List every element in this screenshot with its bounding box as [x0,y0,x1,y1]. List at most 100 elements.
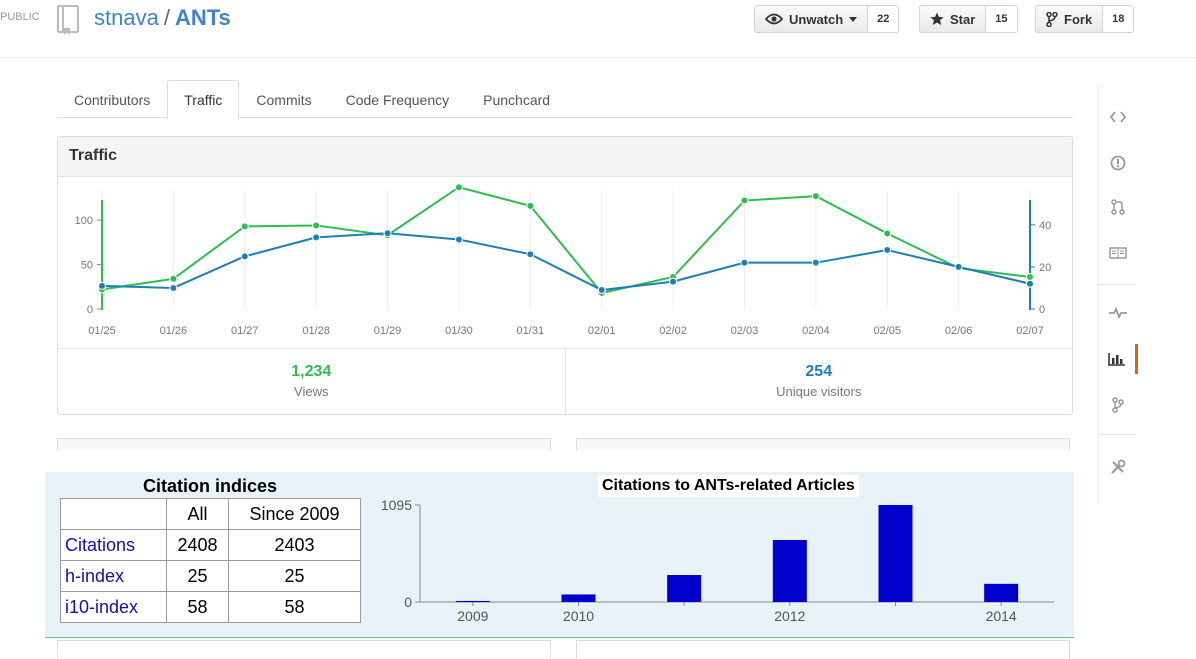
uniques-stat: 254 Unique visitors [564,349,1073,414]
repo-name-link[interactable]: ANTs [175,5,231,30]
left-tick-label: 0 [87,304,93,316]
bar-2012 [772,539,807,602]
uniques-label: Unique visitors [776,384,862,399]
views-series-line [101,186,1031,295]
views-total: 1,234 [291,363,332,380]
code-icon[interactable] [1098,102,1138,132]
uniques-data-point [811,258,820,267]
star-label: Star [950,11,976,27]
views-data-point [526,201,535,210]
bar-2011 [667,574,702,602]
x-tick-label: 02/04 [802,325,830,337]
x-tick-label: 2009 [457,608,488,624]
tab-code-frequency[interactable]: Code Frequency [329,80,467,118]
unwatch-label: Unwatch [789,11,844,27]
i10-index-link[interactable]: i10-index [60,591,167,623]
uniques-data-point [740,258,749,267]
star-button[interactable]: Star [920,6,987,32]
owner-link[interactable]: stnava [94,5,159,30]
views-data-point [1026,273,1034,281]
x-tick-label: 02/02 [659,325,687,337]
citation-indices-title: Citation indices [142,476,277,496]
table-cell: 58 [166,591,229,623]
views-data-point [740,196,749,205]
lower-panel-right [576,640,1070,659]
views-data-point [811,192,820,201]
uniques-data-point [240,252,249,261]
pulse-icon[interactable] [1098,298,1138,328]
forks-count[interactable]: 18 [1103,6,1134,32]
uniques-data-point [383,229,392,238]
watchers-count[interactable]: 22 [868,6,899,32]
visibility-label: PUBLIC [0,11,40,23]
content-panel [576,438,1070,450]
network-icon[interactable] [1098,390,1138,420]
uniques-data-point [169,283,178,292]
uniques-data-point [454,235,463,244]
tab-commits[interactable]: Commits [239,80,328,118]
citations-link[interactable]: Citations [60,529,167,561]
tab-traffic[interactable]: Traffic [167,80,240,119]
bar-2010 [561,594,596,602]
bar-2014 [984,583,1019,602]
uniques-total: 254 [805,363,833,380]
graphs-icon[interactable] [1098,344,1138,374]
fork-button[interactable]: Fork [1036,6,1104,32]
x-tick-label: 2010 [563,608,594,624]
table-row: i10-index 58 58 [60,591,361,623]
unwatch-button[interactable]: Unwatch [755,6,869,32]
citation-indices-table: All Since 2009 Citations 2408 2403 h-ind… [60,498,361,623]
graph-tabs: Contributors Traffic Commits Code Freque… [57,80,1073,119]
h-index-link[interactable]: h-index [60,560,167,592]
traffic-stats: 1,234 Views 254 Unique visitors [58,348,1072,414]
lower-panel-left [57,640,551,659]
table-cell: 25 [166,560,229,592]
views-data-point [883,229,892,238]
left-tick-label: 100 [75,215,93,227]
x-tick-label: 01/30 [445,325,473,337]
referrers-panel [57,438,551,450]
repo-book-icon [57,5,79,35]
fork-button-group: Fork 18 [1035,5,1135,33]
uniques-data-point [954,262,963,271]
x-tick-label: 01/25 [88,325,116,337]
repo-sidenav [1098,84,1138,504]
pull-requests-icon[interactable] [1098,192,1138,222]
table-cell: 25 [228,560,361,592]
views-stat: 1,234 Views [58,349,565,414]
fork-label: Fork [1064,11,1093,27]
uniques-series-line [101,232,1031,292]
table-header-cell: All [166,498,229,530]
bar-2013 [878,505,913,602]
table-cell: 2408 [166,529,229,561]
uniques-data-point [597,286,606,295]
uniques-data-point [98,281,106,290]
views-data-point [240,222,249,231]
stars-count[interactable]: 15 [986,6,1017,32]
traffic-title: Traffic [58,137,1072,177]
x-tick-label: 02/06 [945,325,973,337]
star-icon [930,12,944,25]
tab-contributors[interactable]: Contributors [57,80,167,118]
table-row: h-index 25 25 [60,560,361,592]
uniques-data-point [1026,279,1034,288]
views-label: Views [294,384,329,399]
repo-header: PUBLIC stnava / ANTs Unwatch 22 Star 15 Fo… [0,0,1196,58]
watch-button-group: Unwatch 22 [754,5,900,33]
x-tick-label: 01/27 [231,325,259,337]
table-cell: 58 [228,591,361,623]
x-tick-label: 2012 [774,608,805,624]
wiki-icon[interactable] [1098,238,1138,268]
fork-icon [1046,11,1058,27]
x-tick-label: 02/05 [873,325,901,337]
settings-icon[interactable] [1098,452,1138,482]
tab-punchcard[interactable]: Punchcard [466,80,567,118]
x-tick-label: 01/29 [374,325,402,337]
y-tick-label: 0 [404,594,412,610]
repo-title: stnava / ANTs [94,5,231,31]
traffic-chart: 01/25 01/26 01/27 01/28 01/29 01/30 01/31 02/01… [75,183,1051,337]
issues-icon[interactable] [1098,148,1138,178]
table-row: Citations 2408 2403 [60,529,361,561]
table-cell: 2403 [228,529,361,561]
x-tick-label: 01/31 [517,325,545,337]
